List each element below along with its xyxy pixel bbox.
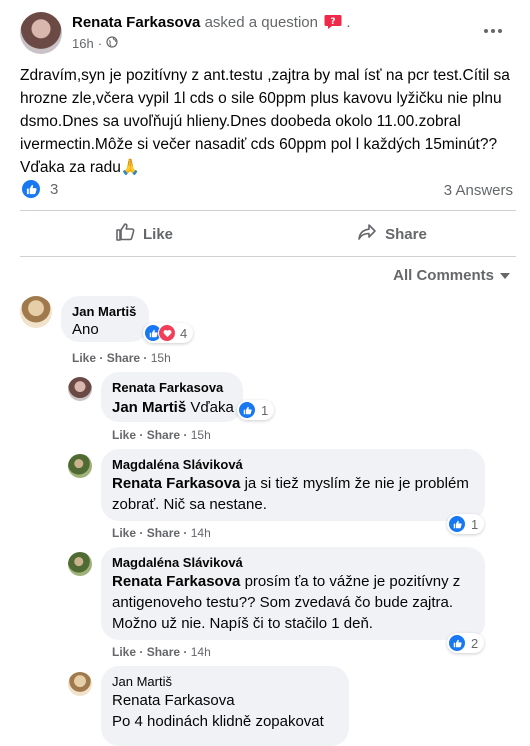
comment-filter-label: All Comments (393, 266, 494, 284)
love-reaction-icon (158, 324, 176, 342)
comment-actions: Like · Share · 14h (112, 645, 211, 659)
mention-link[interactable]: Jan Martiš (112, 399, 186, 416)
comment-author[interactable]: Renata Farkasova (112, 380, 223, 395)
comment-reactions[interactable]: 2 (447, 633, 485, 653)
post-meta: 16h · (72, 36, 118, 51)
comment-avatar[interactable] (20, 296, 52, 328)
reaction-count: 1 (261, 402, 269, 418)
globe-icon (106, 36, 118, 51)
like-reaction-icon (239, 402, 255, 418)
comment-timestamp[interactable]: 14h (191, 526, 211, 540)
comment-text: Ano (72, 321, 99, 338)
like-reaction-icon (22, 180, 40, 198)
mention-link[interactable]: Renata Farkasova (112, 475, 240, 492)
comment-avatar[interactable] (68, 672, 92, 696)
comment-text-line: Jan Martiš Vďaka (112, 397, 234, 418)
post-action-text: asked a question (204, 14, 318, 31)
comment-author[interactable]: Magdaléna Sláviková (112, 457, 243, 472)
comment-filter-dropdown[interactable]: All Comments (393, 266, 510, 284)
comment-share-link[interactable]: Share (147, 645, 180, 659)
like-button-label: Like (142, 225, 173, 243)
mention-link[interactable]: Renata Farkasova (112, 690, 342, 711)
comment-actions: Like · Share · 15h (112, 428, 211, 442)
like-button[interactable]: Like (20, 212, 268, 256)
comment-bubble: Renata Farkasova Jan Martiš Vďaka (101, 372, 243, 422)
reaction-count: 3 (50, 180, 59, 198)
comment-like-link[interactable]: Like (72, 351, 96, 365)
more-options-icon[interactable] (480, 24, 506, 38)
mention-link[interactable]: Renata Farkasova (112, 573, 240, 590)
reaction-summary[interactable]: 3 (22, 180, 58, 198)
divider-bottom (20, 256, 516, 257)
reaction-count: 1 (471, 516, 479, 532)
comment-text: Po 4 hodinách klidně zopakovat (112, 713, 324, 730)
like-reaction-icon (449, 516, 465, 532)
meta-separator: · (97, 36, 103, 51)
post-author-avatar[interactable] (20, 12, 62, 54)
comment-bubble: Magdaléna Sláviková Renata Farkasova ja … (101, 449, 485, 521)
comment-share-link[interactable]: Share (147, 526, 180, 540)
comment-timestamp[interactable]: 15h (191, 428, 211, 442)
comment-author[interactable]: Magdaléna Sláviková (112, 555, 243, 570)
comment-reactions[interactable]: 1 (447, 514, 485, 534)
reaction-count: 4 (180, 325, 188, 341)
comment-timestamp[interactable]: 15h (151, 351, 171, 365)
answers-count[interactable]: 3 Answers (444, 182, 513, 199)
post-body: Zdravím,syn je pozitívny z ant.testu ,za… (20, 67, 510, 176)
comment-bubble: Jan Martiš Renata Farkasova Po 4 hodinác… (101, 666, 349, 746)
comment-share-link[interactable]: Share (107, 351, 140, 365)
like-reaction-icon (449, 635, 465, 651)
post-header-line: Renata Farkasova asked a question ? . (72, 14, 351, 34)
comment-like-link[interactable]: Like (112, 645, 136, 659)
comment-text-line: Renata Farkasova Po 4 hodinách klidně zo… (112, 690, 342, 732)
comment-author[interactable]: Jan Martiš (112, 674, 172, 689)
post-timestamp[interactable]: 16h (72, 36, 94, 51)
comment-text-line: Renata Farkasova ja si tiež myslím že ni… (112, 473, 474, 515)
thumbs-up-icon (115, 222, 135, 246)
comment-text: Vďaka (190, 399, 234, 416)
share-button[interactable]: Share (268, 212, 516, 256)
comment-bubble: Magdaléna Sláviková Renata Farkasova pro… (101, 547, 485, 640)
caret-down-icon (500, 266, 510, 284)
comment-bubble: Jan Martiš Ano (61, 296, 149, 342)
question-badge-icon: ? (324, 14, 342, 34)
divider-top (20, 210, 516, 211)
comment-share-link[interactable]: Share (147, 428, 180, 442)
comment-reactions[interactable]: 4 (143, 323, 194, 343)
comment-like-link[interactable]: Like (112, 526, 136, 540)
comment-author[interactable]: Jan Martiš (72, 304, 136, 319)
share-button-label: Share (385, 225, 427, 243)
comment-avatar[interactable] (68, 454, 92, 478)
comment-avatar[interactable] (68, 377, 92, 401)
comment-avatar[interactable] (68, 552, 92, 576)
comment-timestamp[interactable]: 14h (191, 645, 211, 659)
share-arrow-icon (357, 222, 377, 246)
comment-actions: Like · Share · 14h (112, 526, 211, 540)
post-author-name[interactable]: Renata Farkasova (72, 14, 200, 31)
comment-text-line: Renata Farkasova prosím ťa to vážne je p… (112, 571, 474, 634)
comment-actions: Like · Share · 15h (72, 351, 171, 365)
comment-reactions[interactable]: 1 (237, 400, 275, 420)
comment-like-link[interactable]: Like (112, 428, 136, 442)
svg-text:?: ? (331, 17, 336, 27)
reaction-count: 2 (471, 635, 479, 651)
